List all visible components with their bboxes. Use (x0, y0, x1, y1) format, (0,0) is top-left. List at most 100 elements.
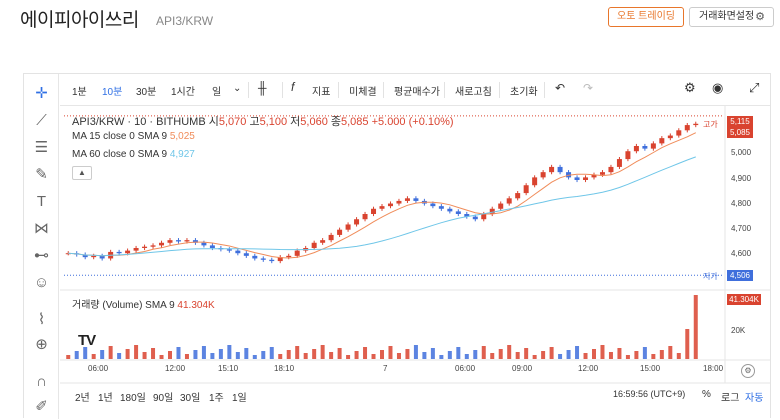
price-tick: 4,800 (731, 199, 752, 208)
header: 에이피아이쓰리 API3/KRW 오토 트레이딩 거래화면설정 ⚙ (0, 0, 780, 40)
screen-settings-button[interactable]: 거래화면설정 ⚙ (689, 7, 774, 27)
pencil-lock-icon[interactable]: ✐ (24, 396, 59, 418)
open-value: 5,070 (218, 116, 247, 128)
crosshair-icon[interactable]: ✛ (24, 83, 59, 105)
auto-trading-button[interactable]: 오토 트레이딩 (608, 7, 684, 27)
time-tick: 15:10 (218, 364, 239, 373)
ma15-value: 5,025 (169, 131, 195, 142)
volume-tick: 20K (731, 326, 746, 335)
candlestick-icon[interactable]: ╫ (258, 81, 267, 95)
coin-name: 에이피아이쓰리 (20, 10, 139, 31)
collapse-legend-button[interactable]: ▲ (72, 166, 92, 180)
range-1w[interactable]: 1주 (209, 389, 224, 404)
percent-toggle[interactable]: % (702, 389, 711, 400)
time-tick: 09:00 (512, 364, 533, 373)
horizontal-lines-icon[interactable]: ☰ (24, 137, 59, 159)
settings-gear-icon[interactable]: ⚙ (684, 80, 696, 96)
pattern-icon[interactable]: ⋈ (24, 218, 59, 240)
chevron-down-icon[interactable]: ⌄ (233, 83, 241, 94)
range-30d[interactable]: 30일 (180, 389, 200, 404)
price-tick: 4,600 (731, 249, 752, 258)
clock: 16:59:56 (UTC+9) (613, 389, 686, 399)
ma15-legend: MA 15 close 0 SMA 9 5,025 (72, 131, 195, 142)
price-tick: 4,900 (731, 174, 752, 183)
indicator-button[interactable]: 지표 (312, 83, 330, 98)
high-price-tag: 5,115 (727, 116, 753, 127)
toolbar-divider (499, 82, 500, 98)
high-label: 고가 (703, 120, 718, 129)
range-2y[interactable]: 2년 (75, 389, 90, 404)
time-tick: 18:10 (274, 364, 295, 373)
emoji-icon[interactable]: ☺ (24, 272, 59, 294)
volume-value: 41.304K (177, 300, 215, 311)
range-90d[interactable]: 90일 (153, 389, 173, 404)
low-label: 저 (290, 116, 301, 128)
reset-button[interactable]: 초기화 (510, 83, 538, 98)
symbol-label: API3/KRW · 10 · BITHUMB (72, 116, 206, 128)
interval-1h[interactable]: 1시간 (171, 83, 195, 98)
low-price-tag: 4,506 (727, 270, 753, 281)
toolbar-divider (544, 82, 545, 98)
volume-tag: 41.304K (727, 294, 761, 305)
gear-icon: ⚙ (755, 11, 765, 23)
time-tick: 15:00 (640, 364, 661, 373)
toolbar-divider (248, 82, 249, 98)
high-value: 5,100 (259, 116, 288, 128)
camera-icon[interactable]: ◉ (712, 80, 723, 96)
time-tick: 06:00 (88, 364, 109, 373)
time-tick: 18:00 (703, 364, 724, 373)
open-label: 시 (208, 116, 219, 128)
price-tick: 4,700 (731, 224, 752, 233)
close-label: 종 (330, 116, 341, 128)
log-toggle[interactable]: 로그 (721, 389, 739, 404)
price-tick: 5,000 (731, 148, 752, 157)
current-price-tag: 5,085 (727, 127, 753, 138)
ma60-value: 4,927 (169, 149, 195, 160)
ma60-legend: MA 60 close 0 SMA 9 4,927 (72, 149, 195, 160)
close-value: 5,085 (341, 116, 369, 128)
toolbar-divider (383, 82, 384, 98)
range-1y[interactable]: 1년 (98, 389, 113, 404)
interval-1m[interactable]: 1분 (72, 83, 87, 98)
coin-code: API3/KRW (156, 14, 214, 28)
redo-icon[interactable]: ↷ (583, 81, 593, 95)
brush-icon[interactable]: ✎ (24, 164, 59, 186)
interval-day[interactable]: 일 (212, 83, 221, 98)
toolbar-divider (282, 82, 283, 98)
interval-30m[interactable]: 30분 (136, 83, 156, 98)
magnet-icon[interactable]: ∩ (24, 371, 59, 393)
refresh-button[interactable]: 새로고침 (455, 83, 492, 98)
volume-label: 거래량 (Volume) SMA 9 (72, 300, 175, 311)
axis-settings-icon[interactable]: ⚙ (741, 364, 755, 378)
time-tick: 12:00 (578, 364, 599, 373)
price-legend: API3/KRW · 10 · BITHUMB 시5,070 고5,100 저5… (72, 113, 454, 129)
text-icon[interactable]: T (24, 191, 59, 213)
time-tick: 12:00 (165, 364, 186, 373)
change-value: +5.000 (+0.10%) (371, 116, 454, 128)
low-value: 5,060 (300, 116, 328, 128)
tradingview-logo: TV (78, 332, 96, 349)
ma60-label: MA 60 close 0 SMA 9 (72, 149, 168, 160)
chart-toolbar: 1분 10분 30분 1시간 일 ⌄ ╫ f 지표 미체결 평균매수가 새로고침… (60, 74, 770, 106)
volume-legend: 거래량 (Volume) SMA 9 41.304K (72, 296, 215, 311)
range-180d[interactable]: 180일 (120, 389, 146, 404)
screen-settings-label: 거래화면설정 (699, 11, 755, 22)
time-tick: 06:00 (455, 364, 476, 373)
open-orders-button[interactable]: 미체결 (349, 83, 377, 98)
range-1d[interactable]: 1일 (232, 389, 247, 404)
undo-icon[interactable]: ↶ (555, 81, 565, 95)
high-label: 고 (249, 116, 260, 128)
trendline-icon[interactable]: ⟋ (24, 110, 59, 132)
indicator-icon: f (291, 80, 295, 94)
zoom-in-icon[interactable]: ⊕ (24, 334, 59, 356)
auto-toggle[interactable]: 자동 (745, 389, 763, 404)
ma15-label: MA 15 close 0 SMA 9 (72, 131, 168, 142)
ruler-icon[interactable]: ⌇ (24, 309, 59, 331)
avg-price-button[interactable]: 평균매수가 (394, 83, 440, 98)
measure-icon[interactable]: ⊷ (24, 245, 59, 267)
low-label: 저가 (703, 272, 718, 281)
toolbar-divider (444, 82, 445, 98)
drawing-toolbar: ✛ ⟋ ☰ ✎ T ⋈ ⊷ ☺ ⌇ ⊕ ∩ ✐ (24, 74, 59, 419)
interval-10m[interactable]: 10분 (102, 83, 122, 98)
fullscreen-icon[interactable]: ⤢ (749, 80, 759, 96)
